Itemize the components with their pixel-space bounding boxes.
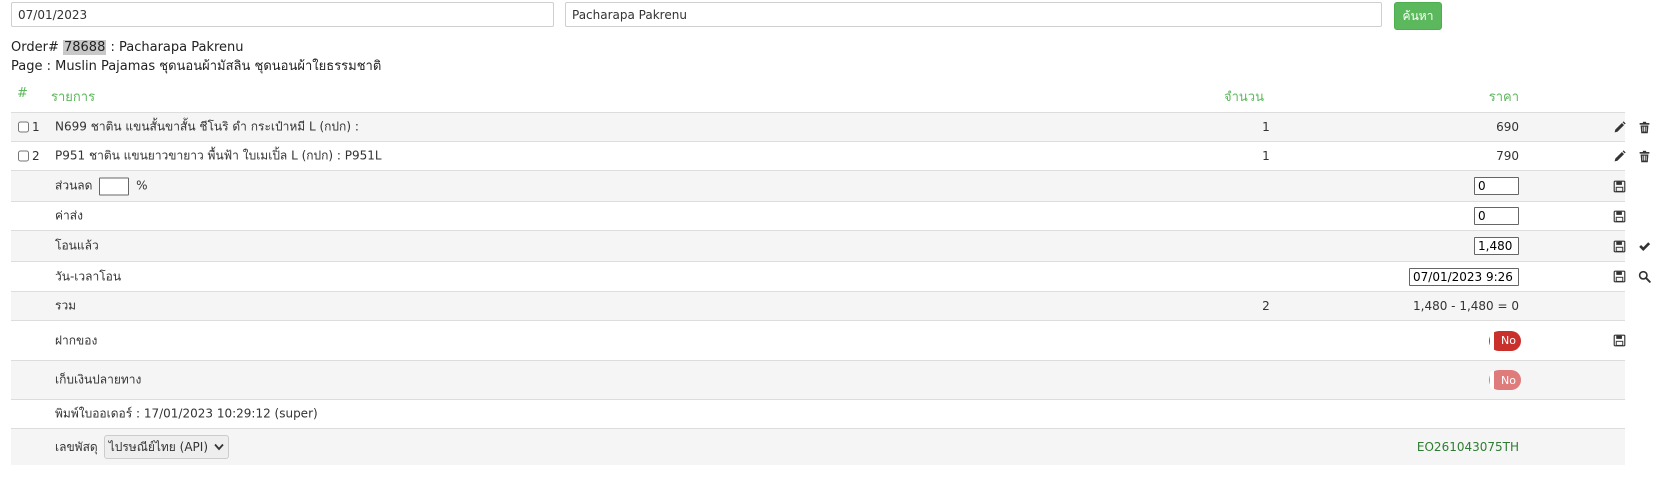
cod-label: เก็บเงินปลายทาง [55,372,142,387]
discount-value-input[interactable] [1474,177,1519,195]
header-num: # [17,86,28,101]
order-prefix: Order# [11,40,59,55]
search-button[interactable]: ค้นหา [1394,2,1442,30]
carrier-select[interactable]: ไปรษณีย์ไทย (API) [103,435,229,459]
discount-row: ส่วนลด % [11,170,1625,201]
check-icon[interactable] [1637,239,1651,253]
row-checkbox[interactable] [18,121,29,133]
order-customer: : Pacharapa Pakrenu [110,40,244,55]
deposit-label: ฝากของ [55,333,98,347]
order-number: 78688 [62,40,107,55]
total-quantity: 2 [1262,299,1270,313]
deposit-toggle-text: No [1501,334,1516,347]
cod-toggle-text: No [1501,373,1516,387]
table-row: 1 N699 ชาติน แขนสั้นขาสั้น ชีโนริ ดำ กระ… [11,112,1649,141]
row-description: P951 ชาติน แขนยาวขายาว พื้นฟ้า ใบเมเปิ้ล… [55,148,382,163]
total-summary: 1,480 - 1,480 = 0 [1413,299,1519,313]
printed-info: พิมพ์ใบออเดอร์ : 17/01/2023 10:29:12 (su… [55,406,318,421]
tracking-number[interactable]: EO261043075TH [1417,440,1519,454]
chevron-down-icon [214,443,224,451]
order-info: Order# 78688 : Pacharapa Pakrenu Page : … [11,38,381,76]
discount-label: ส่วนลด % [55,177,147,196]
save-icon[interactable] [1612,209,1626,223]
save-icon[interactable] [1612,239,1626,253]
parcel-label-group: เลขพัสดุ ไปรษณีย์ไทย (API) [55,435,229,459]
pencil-icon[interactable] [1612,120,1626,134]
date-input[interactable] [11,2,554,27]
transfer-time-row: วัน-เวลาโอน [11,261,1651,291]
percent-sign: % [136,178,148,193]
row-description: N699 ชาติน แขนสั้นขาสั้น ชีโนริ ดำ กระเป… [55,119,359,134]
shipping-value-input[interactable] [1474,207,1519,225]
deposit-row: ฝากของ No [11,320,1625,360]
save-icon[interactable] [1612,179,1626,193]
trash-icon[interactable] [1637,149,1651,163]
order-table: # รายการ จำนวน ราคา 1 N699 ชาติน แขนสั้น… [11,80,1651,465]
carrier-select-value: ไปรษณีย์ไทย (API) [108,439,208,454]
transferred-value-input[interactable] [1474,237,1519,255]
cod-toggle[interactable]: No [1489,370,1521,390]
customer-name-input[interactable] [565,2,1382,27]
pencil-icon[interactable] [1612,149,1626,163]
order-title: Order# 78688 : Pacharapa Pakrenu [11,38,381,57]
save-icon[interactable] [1612,334,1626,348]
order-page-line: Page : Muslin Pajamas ชุดนอนผ้ามัสลิน ชุ… [11,59,382,74]
row-checkbox[interactable] [18,150,29,162]
row-quantity: 1 [1262,120,1270,134]
table-header: # รายการ จำนวน ราคา [11,80,1625,112]
header-qty: จำนวน [1224,90,1264,105]
discount-percent-input[interactable] [99,177,130,195]
printed-row: พิมพ์ใบออเดอร์ : 17/01/2023 10:29:12 (su… [11,399,1625,428]
row-quantity: 1 [1262,149,1270,163]
row-price: 690 [1496,120,1519,134]
row-number: 2 [32,149,40,163]
transfer-time-input[interactable] [1409,267,1519,286]
total-row: รวม 2 1,480 - 1,480 = 0 [11,291,1625,320]
table-row: 2 P951 ชาติน แขนยาวขายาว พื้นฟ้า ใบเมเปิ… [11,141,1649,170]
transferred-label: โอนแล้ว [55,238,99,253]
total-label: รวม [55,298,77,313]
cod-row: เก็บเงินปลายทาง No [11,360,1625,399]
shipping-row: ค่าส่ง [11,201,1625,230]
parcel-row: เลขพัสดุ ไปรษณีย์ไทย (API) EO261043075TH [11,428,1625,465]
row-number: 1 [32,120,40,134]
trash-icon[interactable] [1637,120,1651,134]
search-icon[interactable] [1637,270,1651,284]
save-icon[interactable] [1612,270,1626,284]
parcel-label: เลขพัสดุ [55,439,98,454]
discount-label-text: ส่วนลด [55,178,93,193]
transferred-row: โอนแล้ว [11,230,1650,261]
row-price: 790 [1496,149,1519,163]
deposit-toggle[interactable]: No [1489,330,1521,351]
shipping-label: ค่าส่ง [55,208,83,223]
header-item: รายการ [51,90,96,105]
search-bar: ค้นหา [11,2,1442,30]
transfer-time-label: วัน-เวลาโอน [55,269,122,283]
header-price: ราคา [1488,90,1519,105]
